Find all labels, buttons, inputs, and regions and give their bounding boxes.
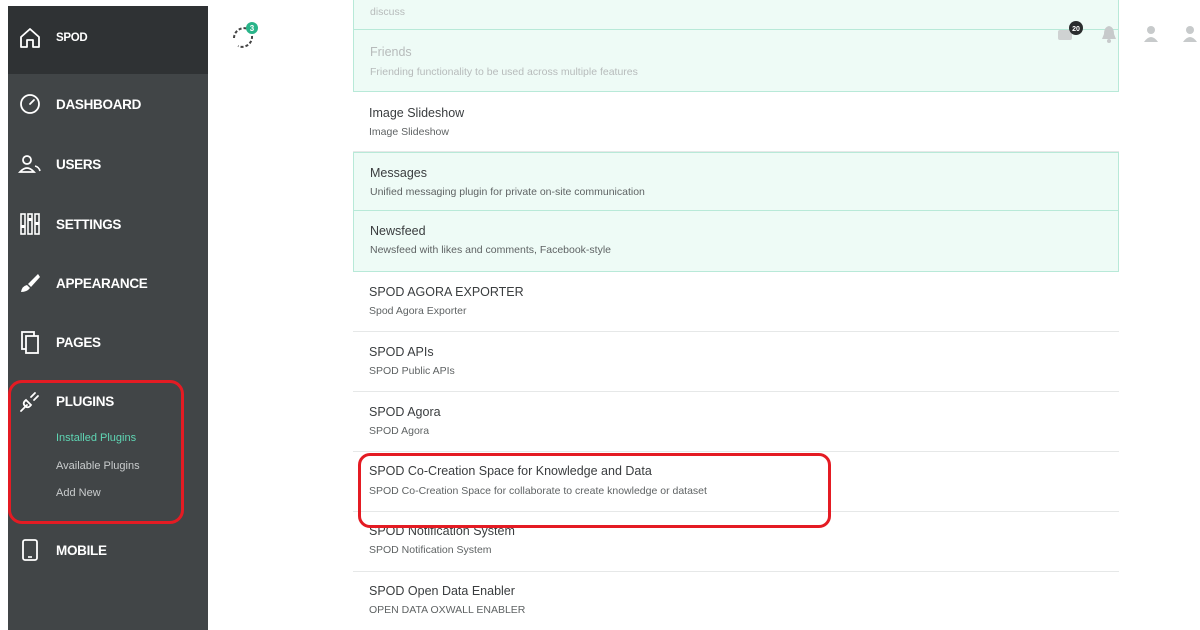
profile-icon[interactable] (1182, 24, 1198, 44)
plugin-row[interactable]: Image Slideshow Image Slideshow (353, 92, 1119, 152)
plugin-desc: Unified messaging plugin for private on-… (370, 186, 645, 198)
sidebar-item-label: PAGES (56, 334, 101, 350)
plugin-title: SPOD Open Data Enabler (369, 584, 515, 598)
sidebar-item-settings[interactable]: SETTINGS (8, 204, 208, 244)
admin-sidebar: SPOD DASHBOARD USERS SETTINGS APPEARANCE… (8, 6, 208, 630)
plugin-desc: OPEN DATA OXWALL ENABLER (369, 604, 526, 616)
plugin-row[interactable]: Friends Friending functionality to be us… (353, 30, 1119, 92)
plugin-title: Image Slideshow (369, 106, 465, 120)
sidebar-item-label: DASHBOARD (56, 96, 142, 112)
plugin-desc: SPOD Notification System (369, 544, 492, 556)
sidebar-item-appearance[interactable]: APPEARANCE (8, 263, 208, 303)
annotation-highlight-cocreation (358, 453, 831, 528)
plugin-row[interactable]: SPOD AGORA EXPORTER Spod Agora Exporter (353, 272, 1119, 332)
brush-icon (21, 274, 40, 292)
plugin-desc: Friending functionality to be used acros… (370, 66, 638, 78)
bell-icon[interactable] (1100, 24, 1118, 44)
sync-badge: 3 (250, 24, 255, 33)
plugin-desc: Newsfeed with likes and comments, Facebo… (370, 244, 612, 256)
plugin-desc: SPOD Public APIs (369, 365, 455, 377)
user-icon[interactable] (1143, 24, 1159, 44)
users-icon (18, 155, 41, 173)
plugin-title: Newsfeed (370, 224, 426, 238)
plugin-title: Friends (370, 45, 412, 59)
messages-icon[interactable]: 20 (1056, 20, 1086, 42)
sidebar-item-users[interactable]: USERS (8, 144, 208, 184)
messages-badge: 20 (1072, 26, 1080, 33)
plugin-row[interactable]: discuss (353, 0, 1119, 30)
plugin-row[interactable]: Messages Unified messaging plugin for pr… (353, 152, 1119, 211)
home-icon (20, 28, 40, 48)
sidebar-brand-bar[interactable]: SPOD (8, 6, 208, 74)
settings-icon (20, 213, 40, 235)
sidebar-item-label: SETTINGS (56, 216, 122, 232)
brand-label: SPOD (56, 32, 88, 44)
plugin-title: Messages (370, 166, 427, 180)
plugin-title: SPOD APIs (369, 345, 434, 359)
sidebar-item-dashboard[interactable]: DASHBOARD (8, 84, 208, 124)
plugin-desc: Image Slideshow (369, 126, 449, 138)
sidebar-item-label: USERS (56, 156, 102, 172)
plugin-row[interactable]: Newsfeed Newsfeed with likes and comment… (353, 211, 1119, 272)
plugin-row[interactable]: SPOD Agora SPOD Agora (353, 392, 1119, 452)
plugin-desc: Spod Agora Exporter (369, 305, 467, 317)
plugin-row[interactable]: SPOD APIs SPOD Public APIs (353, 332, 1119, 392)
plugin-desc: SPOD Agora (369, 425, 430, 437)
mobile-icon (22, 539, 38, 561)
sidebar-item-label: APPEARANCE (56, 275, 148, 291)
sidebar-item-pages[interactable]: PAGES (8, 322, 208, 362)
dashboard-icon (20, 94, 40, 114)
sidebar-item-mobile[interactable]: MOBILE (8, 530, 208, 570)
sidebar-item-label: MOBILE (56, 542, 107, 558)
plugin-desc: discuss (370, 6, 406, 18)
plugin-row[interactable]: SPOD Open Data Enabler OPEN DATA OXWALL … (353, 572, 1119, 630)
sync-icon[interactable]: 3 (228, 22, 260, 52)
annotation-highlight-plugins (8, 380, 184, 524)
pages-icon (21, 331, 39, 354)
plugin-title: SPOD Agora (369, 405, 441, 419)
plugin-title: SPOD AGORA EXPORTER (369, 285, 524, 299)
